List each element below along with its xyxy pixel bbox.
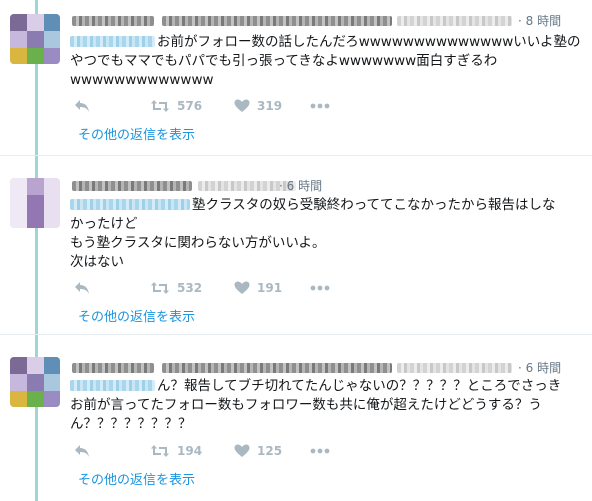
more-button[interactable] bbox=[310, 97, 330, 115]
heart-icon bbox=[234, 99, 250, 112]
retweet-button[interactable]: 194 bbox=[150, 442, 202, 460]
reply-arrow-icon bbox=[75, 282, 89, 294]
tweet-actions: 532 191 bbox=[70, 279, 370, 297]
display-name-redacted-2[interactable] bbox=[162, 16, 392, 26]
tweet-1: · 8 時間 お前がフォロー数の話したんだろwwwwwwwwwwwwwwいいよ塾… bbox=[0, 0, 592, 155]
retweet-button[interactable]: 576 bbox=[150, 97, 202, 115]
show-more-replies-link[interactable]: その他の返信を表示 bbox=[78, 127, 195, 145]
avatar[interactable] bbox=[10, 14, 60, 64]
display-name-redacted-2[interactable] bbox=[162, 363, 392, 373]
reply-arrow-icon bbox=[75, 100, 89, 112]
like-count: 319 bbox=[257, 99, 283, 113]
display-name-redacted[interactable] bbox=[72, 181, 192, 191]
timestamp[interactable]: · 6 時間 bbox=[279, 177, 322, 195]
like-count: 191 bbox=[257, 281, 283, 295]
retweet-icon bbox=[151, 100, 169, 112]
retweet-count: 194 bbox=[177, 444, 203, 458]
display-name-redacted[interactable] bbox=[72, 16, 154, 26]
reply-button[interactable] bbox=[74, 442, 90, 460]
reply-button[interactable] bbox=[74, 97, 90, 115]
retweet-count: 532 bbox=[177, 281, 203, 295]
avatar[interactable] bbox=[10, 178, 60, 228]
heart-icon bbox=[234, 281, 250, 294]
retweet-button[interactable]: 532 bbox=[150, 279, 202, 297]
mention-redacted[interactable] bbox=[70, 36, 155, 47]
timestamp[interactable]: · 6 時間 bbox=[518, 359, 561, 377]
more-dots-icon bbox=[310, 448, 330, 454]
more-dots-icon bbox=[310, 285, 330, 291]
more-button[interactable] bbox=[310, 442, 330, 460]
username-redacted[interactable] bbox=[397, 16, 512, 26]
reply-button[interactable] bbox=[74, 279, 90, 297]
tweet-text: ん？報告してブチ切れてたんじゃないの？？？？？ところでさっき お前が言ってたフォ… bbox=[70, 377, 585, 434]
like-count: 125 bbox=[257, 444, 283, 458]
tweet-text: 塾クラスタの奴ら受験終わっててこなかったから報告はしな かったけど もう塾クラス… bbox=[70, 196, 585, 272]
username-redacted[interactable] bbox=[397, 363, 512, 373]
more-dots-icon bbox=[310, 103, 330, 109]
display-name-redacted[interactable] bbox=[72, 363, 154, 373]
mention-redacted[interactable] bbox=[70, 199, 190, 210]
heart-icon bbox=[234, 444, 250, 457]
tweet-3: · 6 時間 ん？報告してブチ切れてたんじゃないの？？？？？ところでさっき お前… bbox=[0, 335, 592, 501]
retweet-count: 576 bbox=[177, 99, 203, 113]
more-button[interactable] bbox=[310, 279, 330, 297]
mention-redacted[interactable] bbox=[70, 380, 155, 391]
retweet-icon bbox=[151, 282, 169, 294]
tweet-header: · 6 時間 bbox=[70, 177, 580, 195]
reply-arrow-icon bbox=[75, 445, 89, 457]
like-button[interactable]: 191 bbox=[234, 279, 282, 297]
retweet-icon bbox=[151, 445, 169, 457]
tweet-header: · 8 時間 bbox=[70, 12, 580, 30]
like-button[interactable]: 125 bbox=[234, 442, 282, 460]
avatar[interactable] bbox=[10, 357, 60, 407]
show-more-replies-link[interactable]: その他の返信を表示 bbox=[78, 472, 195, 490]
like-button[interactable]: 319 bbox=[234, 97, 282, 115]
show-more-replies-link[interactable]: その他の返信を表示 bbox=[78, 309, 195, 327]
tweet-actions: 576 319 bbox=[70, 97, 370, 115]
tweet-text: お前がフォロー数の話したんだろwwwwwwwwwwwwwwいいよ塾の やつでもマ… bbox=[70, 33, 585, 90]
tweet-2: · 6 時間 塾クラスタの奴ら受験終わっててこなかったから報告はしな かったけど… bbox=[0, 156, 592, 334]
tweet-header: · 6 時間 bbox=[70, 359, 580, 377]
timestamp[interactable]: · 8 時間 bbox=[518, 12, 561, 30]
tweet-actions: 194 125 bbox=[70, 442, 370, 460]
